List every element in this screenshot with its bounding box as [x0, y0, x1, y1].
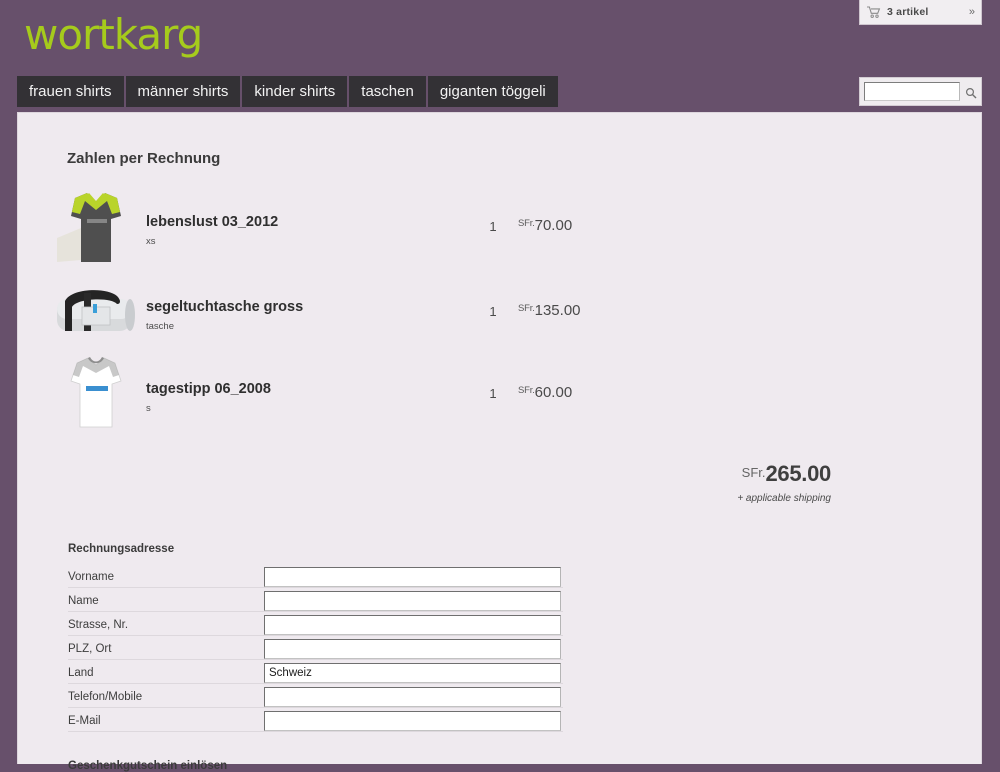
cart-item-price: SFr.135.00: [518, 302, 581, 319]
order-total-currency: SFr.: [741, 465, 766, 480]
label-strasse: Strasse, Nr.: [68, 619, 129, 631]
cart-item-name[interactable]: lebenslust 03_2012: [146, 214, 278, 230]
billing-address-legend: Rechnungsadresse: [68, 543, 175, 555]
form-row-telefon: Telefon/Mobile: [68, 684, 563, 708]
form-row-email: E-Mail: [68, 708, 563, 732]
nav-item-taschen[interactable]: taschen: [349, 76, 426, 107]
form-row-plz-ort: PLZ, Ort: [68, 636, 563, 660]
label-telefon: Telefon/Mobile: [68, 691, 143, 703]
order-total: SFr.265.00 + applicable shipping: [723, 461, 831, 504]
cart-item-quantity: 1: [489, 304, 497, 319]
cart-item-currency: SFr.: [518, 385, 535, 396]
cart-item-currency: SFr.: [518, 303, 535, 314]
cart-item-row: segeltuchtasche gross tasche 1 SFr.135.0…: [18, 271, 981, 355]
cart-item-name[interactable]: tagestipp 06_2008: [146, 381, 271, 397]
white-tshirt-thumbnail[interactable]: [51, 353, 141, 437]
cart-expand-icon[interactable]: »: [969, 6, 975, 18]
label-land: Land: [68, 667, 94, 679]
label-name: Name: [68, 595, 99, 607]
cart-item-count: 3 artikel: [887, 6, 929, 18]
main-navigation: frauen shirts männer shirts kinder shirt…: [17, 76, 560, 107]
label-email: E-Mail: [68, 715, 101, 727]
cart-item-variant: tasche: [146, 321, 174, 332]
nav-item-kinder-shirts[interactable]: kinder shirts: [242, 76, 348, 107]
input-vorname[interactable]: [264, 567, 561, 587]
cart-item-price-value: 60.00: [534, 384, 573, 401]
input-email[interactable]: [264, 711, 561, 731]
order-total-amount: 265.00: [765, 461, 832, 486]
nav-item-frauen-shirts[interactable]: frauen shirts: [17, 76, 124, 107]
shopping-cart-icon: [867, 6, 881, 18]
cart-item-variant: xs: [146, 236, 156, 247]
cart-item-currency: SFr.: [518, 218, 535, 229]
form-row-vorname: Vorname: [68, 564, 563, 588]
nav-item-giganten-toeggeli[interactable]: giganten töggeli: [427, 76, 558, 107]
content-panel: Zahlen per Rechnung lebenslust 03_2012 x…: [17, 112, 982, 772]
input-name[interactable]: [264, 591, 561, 611]
search-box: [859, 77, 982, 106]
nav-item-maenner-shirts[interactable]: männer shirts: [125, 76, 241, 107]
form-row-land: Land: [68, 660, 563, 684]
input-strasse[interactable]: [264, 615, 561, 635]
cart-item-row: tagestipp 06_2008 s 1 SFr.60.00: [18, 353, 981, 437]
shipping-note: + applicable shipping: [737, 493, 831, 504]
magnifier-icon[interactable]: [965, 86, 977, 98]
site-logo[interactable]: wortkarg: [24, 14, 203, 56]
cart-item-variant: s: [146, 403, 151, 414]
page-title: Zahlen per Rechnung: [67, 150, 221, 167]
cart-item-price-value: 70.00: [534, 217, 573, 234]
cart-item-price-value: 135.00: [534, 302, 581, 319]
search-input[interactable]: [864, 82, 960, 101]
canvas-duffel-bag-thumbnail[interactable]: [51, 271, 141, 355]
label-vorname: Vorname: [68, 571, 115, 583]
cart-item-row: lebenslust 03_2012 xs 1 SFr.70.00: [18, 186, 981, 270]
cart-summary[interactable]: 3 artikel »: [859, 0, 982, 25]
input-land[interactable]: [264, 663, 561, 683]
voucher-section-heading: Geschenkgutschein einlösen: [68, 760, 228, 772]
cart-item-price: SFr.60.00: [518, 384, 572, 401]
cart-item-price: SFr.70.00: [518, 217, 572, 234]
form-row-strasse: Strasse, Nr.: [68, 612, 563, 636]
input-plz-ort[interactable]: [264, 639, 561, 659]
cart-item-quantity: 1: [489, 219, 497, 234]
label-plz-ort: PLZ, Ort: [68, 643, 112, 655]
cart-item-quantity: 1: [489, 386, 497, 401]
grey-vneck-tshirt-thumbnail[interactable]: [51, 186, 141, 270]
form-row-name: Name: [68, 588, 563, 612]
cart-item-name[interactable]: segeltuchtasche gross: [146, 299, 303, 315]
input-telefon[interactable]: [264, 687, 561, 707]
billing-address-form: Rechnungsadresse Vorname Name Strasse, N…: [68, 543, 563, 732]
order-total-line: SFr.265.00: [723, 461, 832, 487]
